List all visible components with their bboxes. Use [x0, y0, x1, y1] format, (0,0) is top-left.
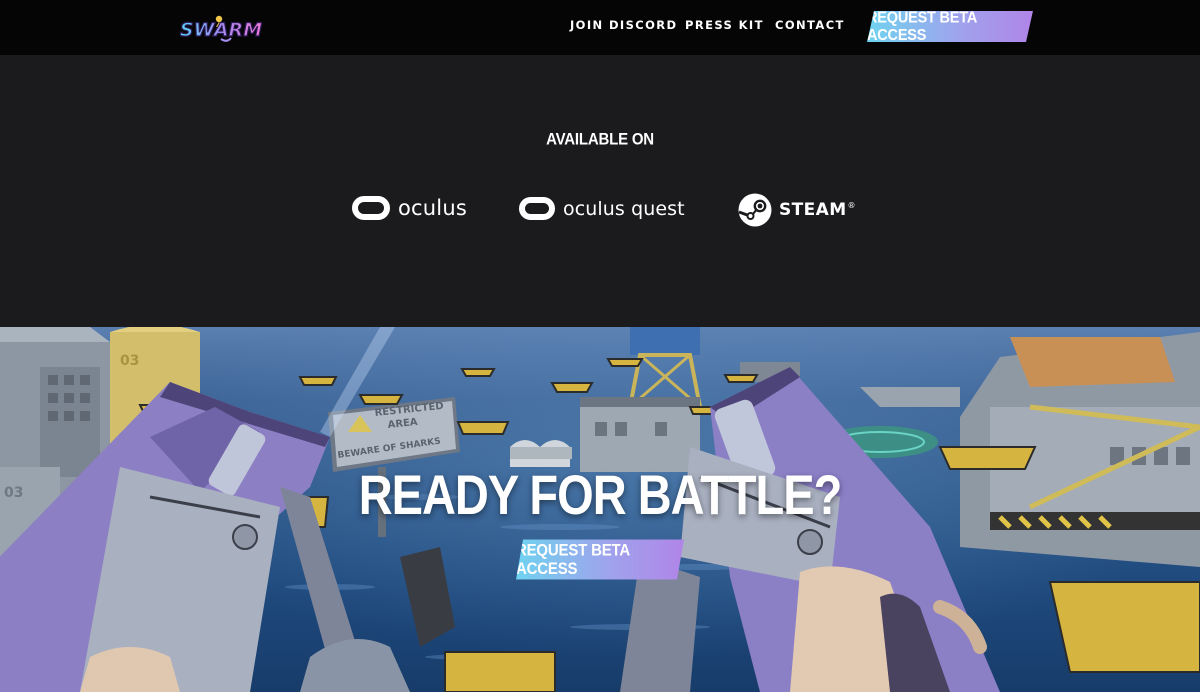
platform-oculus-quest-label: oculus quest — [563, 197, 685, 220]
platforms-section: AVAILABLE ON oculus oculus quest STEAM ® — [0, 55, 1200, 327]
nav-request-beta-button[interactable]: REQUEST BETA ACCESS — [867, 11, 1033, 42]
logo-text: SWARM — [180, 19, 262, 41]
top-nav: SWARM JOIN DISCORD PRESS KIT CONTACT REQ… — [0, 0, 1200, 55]
hero-request-beta-button[interactable]: REQUEST BETA ACCESS — [516, 540, 684, 580]
hero-section: 03 03 RESTRICTED AREA BEWARE OF SHARKS R… — [0, 327, 1200, 692]
steam-logo-icon — [738, 193, 772, 227]
platform-steam-label: STEAM — [779, 200, 847, 220]
platform-oculus-quest[interactable]: oculus quest — [519, 197, 685, 220]
hero-title: READY FOR BATTLE? — [358, 463, 843, 526]
nav-link-press-kit[interactable]: PRESS KIT — [685, 18, 764, 32]
steam-registered-mark: ® — [847, 200, 856, 210]
oculus-logo-icon — [519, 197, 555, 220]
platform-steam[interactable]: STEAM ® — [738, 193, 856, 227]
platform-oculus[interactable]: oculus — [352, 196, 467, 220]
swarm-logo[interactable]: SWARM — [175, 10, 267, 46]
nav-link-contact[interactable]: CONTACT — [775, 18, 845, 32]
building-number: 03 — [120, 353, 139, 369]
available-on-heading: AVAILABLE ON — [546, 129, 654, 150]
platform-oculus-label: oculus — [398, 196, 467, 220]
oculus-logo-icon — [352, 196, 390, 220]
nav-link-join-discord[interactable]: JOIN DISCORD — [570, 18, 678, 32]
